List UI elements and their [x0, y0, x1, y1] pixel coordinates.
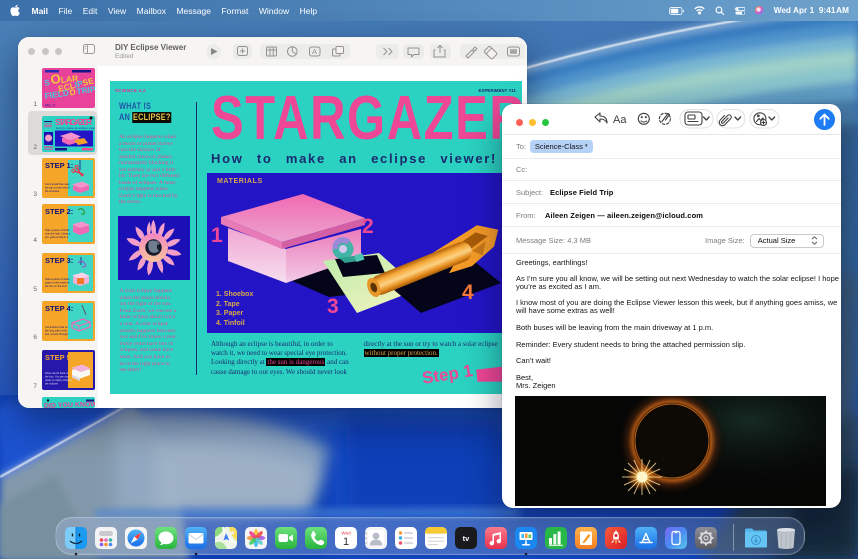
svg-text:How to make an eclipse viewer!: How to make an eclipse viewer!	[56, 126, 95, 130]
svg-text:STEP 4:: STEP 4:	[45, 304, 73, 313]
svg-text:over the hole. Using a: over the hole. Using a	[45, 232, 71, 236]
svg-text:ready to safely observe: ready to safely observe	[45, 378, 72, 382]
svg-text:2: 2	[362, 215, 374, 238]
svg-text:A: A	[312, 47, 317, 56]
svg-text:Cut a small hole near: Cut a small hole near	[45, 182, 70, 186]
svg-text:STEP 5:: STEP 5:	[45, 353, 73, 362]
svg-text:the shoebox.: the shoebox.	[45, 189, 60, 193]
svg-text:4: 4	[462, 281, 474, 304]
svg-text:Aa: Aa	[613, 114, 627, 126]
svg-text:Place the lid back on: Place the lid back on	[45, 371, 69, 375]
svg-text:tv: tv	[463, 534, 470, 543]
svg-text:Tape a piece of white: Tape a piece of white	[45, 277, 70, 281]
svg-text:the box on the end.: the box on the end.	[45, 284, 67, 288]
svg-text:Wed: Wed	[341, 531, 351, 536]
svg-text:the long side of the: the long side of the	[45, 328, 67, 332]
svg-text:Tape a piece of tinfoil: Tape a piece of tinfoil	[45, 228, 70, 232]
svg-text:Mrs. Z: Mrs. Z	[45, 104, 56, 108]
svg-text:the top on one end of: the top on one end of	[45, 186, 70, 190]
svg-text:paper to the inside of: paper to the inside of	[45, 280, 70, 284]
svg-text:Cut another hole on: Cut another hole on	[45, 325, 68, 329]
svg-text:the eclipse!: the eclipse!	[45, 381, 58, 385]
svg-text:STEP 3:: STEP 3:	[45, 256, 73, 265]
svg-text:1: 1	[211, 224, 223, 247]
svg-text:pin, poke a hole in it.: pin, poke a hole in it.	[45, 235, 69, 239]
svg-text:3: 3	[327, 295, 339, 318]
svg-text:1: 1	[343, 536, 349, 548]
svg-text:DID YOU KNOW: DID YOU KNOW	[44, 401, 95, 408]
svg-text:STEP 2:: STEP 2:	[45, 207, 73, 216]
svg-text:box, to look through.: box, to look through.	[45, 332, 69, 336]
svg-text:STEP 1:: STEP 1:	[45, 161, 73, 170]
svg-text:the box. You are now: the box. You are now	[45, 374, 69, 378]
